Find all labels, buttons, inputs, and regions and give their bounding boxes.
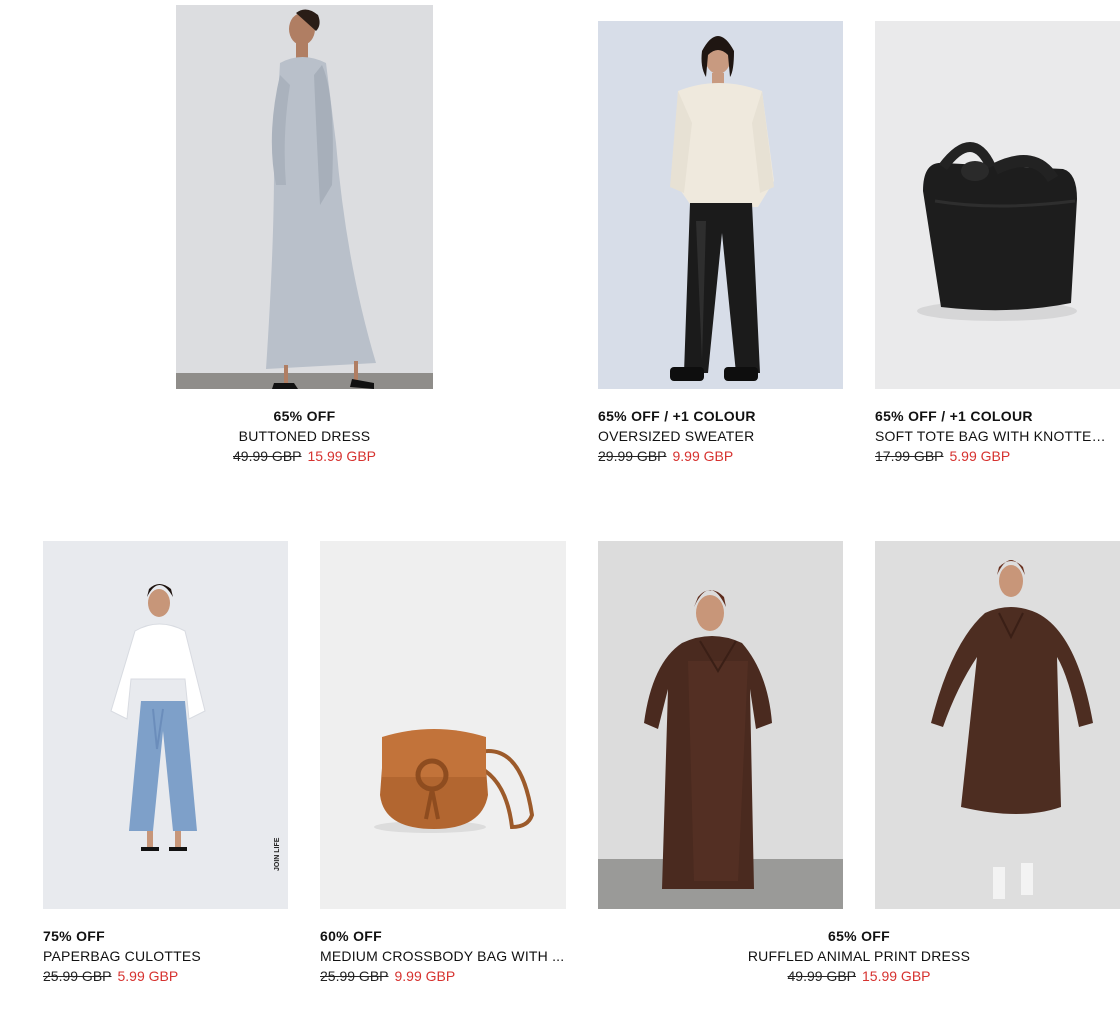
original-price: 25.99 GBP <box>320 968 389 984</box>
product-image-paperbag-culottes[interactable]: JOIN LIFE <box>43 541 288 909</box>
original-price: 17.99 GBP <box>875 448 944 464</box>
original-price: 29.99 GBP <box>598 448 667 464</box>
sale-price: 5.99 GBP <box>949 448 1011 464</box>
sale-price: 9.99 GBP <box>394 968 456 984</box>
product-name[interactable]: SOFT TOTE BAG WITH KNOTTED ... <box>875 426 1115 446</box>
original-price: 49.99 GBP <box>233 448 302 464</box>
sale-price: 9.99 GBP <box>672 448 734 464</box>
product-name[interactable]: MEDIUM CROSSBODY BAG WITH ... <box>320 946 568 966</box>
join-life-label: JOIN LIFE <box>274 837 281 871</box>
price-row: 17.99 GBP 5.99 GBP <box>875 446 1115 466</box>
discount-label: 75% OFF <box>43 928 106 944</box>
discount-label: 65% OFF <box>827 928 890 944</box>
price-row: 25.99 GBP 5.99 GBP <box>43 966 293 986</box>
price-row: 49.99 GBP 15.99 GBP <box>598 966 1120 986</box>
product-image-soft-tote-bag[interactable] <box>875 21 1120 389</box>
product-image-buttoned-dress[interactable] <box>176 5 433 389</box>
product-name[interactable]: BUTTONED DRESS <box>176 426 433 446</box>
discount-label: 65% OFF / +1 COLOUR <box>598 408 756 424</box>
price-row: 25.99 GBP 9.99 GBP <box>320 966 568 986</box>
price-row: 29.99 GBP 9.99 GBP <box>598 446 848 466</box>
sale-price: 15.99 GBP <box>307 448 377 464</box>
discount-label: 65% OFF <box>273 408 336 424</box>
product-image-oversized-sweater[interactable] <box>598 21 843 389</box>
sale-price: 5.99 GBP <box>117 968 179 984</box>
price-row: 49.99 GBP 15.99 GBP <box>176 446 433 466</box>
discount-label: 65% OFF / +1 COLOUR <box>875 408 1033 424</box>
product-name[interactable]: OVERSIZED SWEATER <box>598 426 848 446</box>
sale-price: 15.99 GBP <box>862 968 931 984</box>
product-name[interactable]: PAPERBAG CULOTTES <box>43 946 293 966</box>
product-image-ruffled-dress-full[interactable] <box>875 541 1120 909</box>
product-image-medium-crossbody-bag[interactable] <box>320 541 566 909</box>
original-price: 49.99 GBP <box>787 968 857 984</box>
product-name[interactable]: RUFFLED ANIMAL PRINT DRESS <box>598 946 1120 966</box>
product-image-ruffled-dress-front[interactable] <box>598 541 843 909</box>
original-price: 25.99 GBP <box>43 968 112 984</box>
discount-label: 60% OFF <box>320 928 383 944</box>
